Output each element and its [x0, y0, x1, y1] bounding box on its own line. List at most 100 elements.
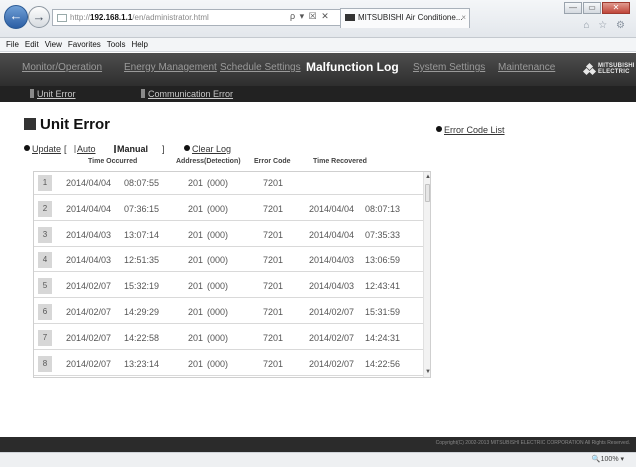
- zoom-level[interactable]: 🔍100% ▾: [592, 455, 624, 463]
- manual-mode-button[interactable]: Manual: [114, 144, 148, 154]
- occurred-time: 12:51:35: [124, 255, 160, 265]
- nav-monitor-operation[interactable]: Monitor/Operation: [22, 62, 102, 73]
- menu-file[interactable]: File: [6, 38, 19, 52]
- table-row[interactable]: 3 2014/04/03 13:07:14 201 (000) 7201 201…: [34, 224, 423, 247]
- minimize-button[interactable]: —: [564, 2, 582, 14]
- auto-mode-button[interactable]: Auto: [74, 144, 96, 154]
- subnav-communication-error[interactable]: Communication Error: [141, 89, 233, 99]
- tab-close-icon[interactable]: ×: [461, 9, 466, 27]
- subnav-unit-error[interactable]: Unit Error: [30, 89, 76, 99]
- menu-view[interactable]: View: [45, 38, 62, 52]
- address-path: /en/administrator.html: [132, 13, 209, 22]
- recovered-time: 14:22:56: [365, 359, 401, 369]
- page-title-text: Unit Error: [40, 116, 111, 133]
- occurred-date: 2014/02/07: [66, 281, 112, 291]
- home-favorites-settings-icons[interactable]: ⌂ ☆ ⚙: [583, 20, 628, 31]
- header-time-recovered: Time Recovered: [313, 158, 367, 165]
- bullet-icon: [24, 145, 30, 151]
- browser-tab[interactable]: MITSUBISHI Air Conditione... ×: [340, 8, 470, 28]
- back-button[interactable]: ←: [4, 5, 28, 29]
- error-code: 7201: [263, 255, 284, 265]
- scroll-up-icon[interactable]: ▲: [424, 173, 430, 181]
- restore-button[interactable]: ▭: [583, 2, 601, 14]
- error-code: 7201: [263, 230, 284, 240]
- row-number: 1: [38, 175, 52, 191]
- tab-favicon-icon: [345, 14, 355, 22]
- occurred-time: 07:36:15: [124, 204, 160, 214]
- table-row[interactable]: 2 2014/04/04 07:36:15 201 (000) 7201 201…: [34, 198, 423, 221]
- table-row[interactable]: 6 2014/02/07 14:29:29 201 (000) 7201 201…: [34, 301, 423, 324]
- header-address-detection: Address(Detection): [176, 158, 241, 165]
- occurred-date: 2014/04/04: [66, 178, 112, 188]
- address-tools-icons[interactable]: ρ ▾ ☒ ✕: [290, 9, 330, 24]
- nav-malfunction-log[interactable]: Malfunction Log: [306, 60, 399, 74]
- table-row[interactable]: 5 2014/02/07 15:32:19 201 (000) 7201 201…: [34, 275, 423, 298]
- subnav-marker-icon: [141, 89, 145, 98]
- unit-error-table[interactable]: 1 2014/04/04 08:07:55 201 (000) 7201 2 2…: [33, 171, 431, 378]
- bracket-close: ]: [162, 144, 165, 154]
- table-row[interactable]: 1 2014/04/04 08:07:55 201 (000) 7201: [34, 172, 423, 195]
- row-number: 7: [38, 330, 52, 346]
- logo-line-2: ELECTRIC: [598, 69, 630, 75]
- close-button[interactable]: ✕: [602, 2, 630, 14]
- subnav-unit-error-label: Unit Error: [37, 89, 76, 99]
- address: 201: [188, 281, 204, 291]
- main-navigation: Monitor/Operation Energy Management Sche…: [0, 53, 636, 86]
- clear-log-link[interactable]: Clear Log: [184, 144, 231, 154]
- detection: (000): [207, 178, 229, 188]
- window-controls: — ▭ ✕: [563, 2, 630, 14]
- subnav-communication-error-label: Communication Error: [148, 89, 234, 99]
- update-link[interactable]: Update: [24, 144, 61, 154]
- error-code: 7201: [263, 281, 284, 291]
- subnav-marker-icon: [30, 89, 34, 98]
- auto-tick-icon: [74, 145, 76, 153]
- recovered-date: 2014/02/07: [309, 359, 355, 369]
- detection: (000): [207, 333, 229, 343]
- page-title: Unit Error: [24, 116, 110, 133]
- nav-system-settings[interactable]: System Settings: [413, 62, 485, 73]
- scroll-down-icon[interactable]: ▼: [424, 368, 430, 376]
- occurred-date: 2014/02/07: [66, 333, 112, 343]
- nav-maintenance[interactable]: Maintenance: [498, 62, 555, 73]
- mitsubishi-logo: MITSUBISHI ELECTRIC: [582, 61, 634, 77]
- menu-tools[interactable]: Tools: [107, 38, 126, 52]
- address: 201: [188, 307, 204, 317]
- table-row[interactable]: 8 2014/02/07 13:23:14 201 (000) 7201 201…: [34, 353, 423, 376]
- recovered-time: 15:31:59: [365, 307, 401, 317]
- menu-edit[interactable]: Edit: [25, 38, 39, 52]
- address: 201: [188, 359, 204, 369]
- logo-text: MITSUBISHI ELECTRIC: [598, 63, 635, 75]
- table-row[interactable]: 7 2014/02/07 14:22:58 201 (000) 7201 201…: [34, 327, 423, 350]
- nav-energy-management[interactable]: Energy Management: [124, 62, 217, 73]
- menu-bar: File Edit View Favorites Tools Help: [0, 38, 636, 52]
- detection: (000): [207, 359, 229, 369]
- detection: (000): [207, 307, 229, 317]
- nav-schedule-settings[interactable]: Schedule Settings: [220, 62, 301, 73]
- occurred-date: 2014/04/04: [66, 204, 112, 214]
- browser-status-bar: 🔍100% ▾: [0, 452, 636, 467]
- menu-favorites[interactable]: Favorites: [68, 38, 101, 52]
- error-code-list-link[interactable]: Error Code List: [436, 125, 505, 135]
- scroll-thumb[interactable]: [425, 184, 430, 202]
- occurred-time: 13:07:14: [124, 230, 160, 240]
- recovered-time: 12:43:41: [365, 281, 401, 291]
- page-footer: Copyright(C) 2002-2013 MITSUBISHI ELECTR…: [0, 437, 636, 452]
- error-code: 7201: [263, 204, 284, 214]
- menu-help[interactable]: Help: [131, 38, 147, 52]
- table-scrollbar[interactable]: ▲ ▼: [423, 172, 430, 377]
- table-row[interactable]: 4 2014/04/03 12:51:35 201 (000) 7201 201…: [34, 249, 423, 272]
- occurred-time: 08:07:55: [124, 178, 160, 188]
- page-icon: [57, 13, 67, 22]
- row-number: 8: [38, 356, 52, 372]
- occurred-date: 2014/04/03: [66, 230, 112, 240]
- back-arrow-icon: ←: [9, 8, 23, 23]
- copyright-text: Copyright(C) 2002-2013 MITSUBISHI ELECTR…: [435, 440, 630, 446]
- row-number: 3: [38, 227, 52, 243]
- address: 201: [188, 204, 204, 214]
- address-prefix: http://: [70, 13, 91, 22]
- detection: (000): [207, 230, 229, 240]
- error-code: 7201: [263, 307, 284, 317]
- forward-button[interactable]: →: [28, 6, 50, 28]
- error-code: 7201: [263, 178, 284, 188]
- row-number: 2: [38, 201, 52, 217]
